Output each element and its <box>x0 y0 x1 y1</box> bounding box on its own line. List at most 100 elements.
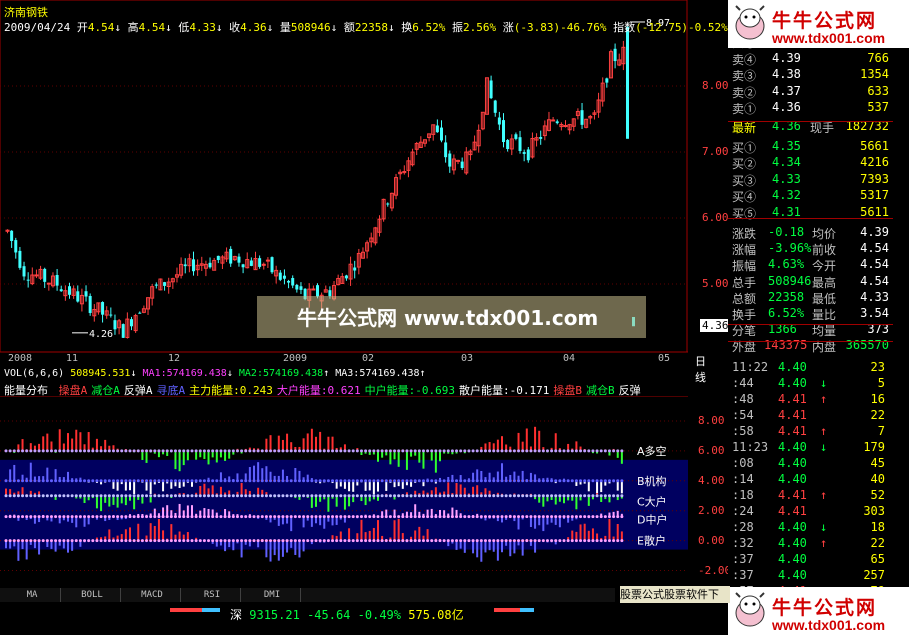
bid-label: 买③ <box>732 173 757 188</box>
date-tick: 2009 <box>283 353 308 364</box>
date-tick: 2008 <box>8 353 33 364</box>
energy-dot <box>223 515 227 519</box>
energy-dot <box>8 539 12 543</box>
energy-dot <box>12 494 16 498</box>
date-tick: 11 <box>66 353 79 364</box>
date-tick: 05 <box>658 353 671 364</box>
candle-body <box>249 260 253 266</box>
tab-boll[interactable]: BOLL <box>64 588 121 602</box>
energy-dot <box>211 494 215 498</box>
energy-dot <box>421 539 425 543</box>
energy-dot <box>281 449 285 453</box>
energy-dot <box>78 539 82 543</box>
energy-dot <box>459 539 463 543</box>
energy-dot <box>496 539 500 543</box>
stock-name: 济南钢铁 <box>4 6 48 19</box>
bid-price: 4.31 <box>772 204 801 219</box>
energy-dot <box>368 449 372 453</box>
energy-dot <box>136 449 140 453</box>
energy-dot <box>471 449 475 453</box>
bid-volume: 5611 <box>860 204 889 219</box>
energy-dot <box>58 515 62 519</box>
energy-dot <box>579 494 583 498</box>
energy-dot <box>579 539 583 543</box>
tab-macd[interactable]: MACD <box>124 588 181 602</box>
tick-price: 4.40 <box>778 376 807 391</box>
energy-dot <box>426 539 430 543</box>
tab-rsi[interactable]: RSI <box>184 588 241 602</box>
ma2-val: MA2:574169.438 <box>238 368 324 379</box>
candle-body <box>34 274 39 277</box>
energy-dot <box>186 479 190 483</box>
energy-dot <box>215 539 219 543</box>
energy-dot <box>140 494 144 498</box>
energy-dot <box>364 539 368 543</box>
energy-dot <box>426 515 430 519</box>
energy-dot <box>252 539 256 543</box>
bid-row: 买④ 4.32 5317 <box>728 188 893 205</box>
candle-body <box>291 278 295 286</box>
energy-dot <box>359 494 363 498</box>
energy-dot <box>273 479 277 483</box>
energy-dot <box>331 479 335 483</box>
energy-dot <box>161 449 165 453</box>
band-label: B机构 <box>637 474 667 488</box>
energy-dot <box>475 539 479 543</box>
energy-dot <box>384 479 388 483</box>
energy-dot <box>293 449 297 453</box>
energy-dot <box>190 539 194 543</box>
tab-ma[interactable]: MA <box>4 588 61 602</box>
energy-dot <box>339 494 343 498</box>
tab-dmi[interactable]: DMI <box>244 588 301 602</box>
energy-dot <box>603 539 607 543</box>
energy-dot <box>512 539 516 543</box>
energy-dot <box>281 494 285 498</box>
energy-dot <box>587 494 591 498</box>
energy-dot <box>562 449 566 453</box>
energy-dot <box>368 479 372 483</box>
energy-dot <box>351 479 355 483</box>
energy-dot <box>397 479 401 483</box>
price-axis: 8.00 7.00 6.00 5.00 4.36 <box>688 0 731 368</box>
energy-dot <box>310 479 314 483</box>
stat-label: 均价 <box>812 227 837 241</box>
energy-dot <box>140 479 144 483</box>
energy-dot <box>471 515 475 519</box>
energy-dot <box>4 479 8 483</box>
energy-dot <box>260 449 264 453</box>
energy-dot <box>446 515 450 519</box>
energy-dot <box>574 449 578 453</box>
energy-dot <box>277 494 281 498</box>
energy-dot <box>351 494 355 498</box>
energy-dot <box>376 479 380 483</box>
energy-dot <box>521 515 525 519</box>
chg-value: (-3.83)-46.76% <box>513 21 607 34</box>
energy-dot <box>219 515 223 519</box>
energy-dot <box>83 449 87 453</box>
energy-dot <box>16 494 20 498</box>
stat-label: 总手 <box>732 275 757 290</box>
tick-row: :58 4.41 ↑ 7 <box>728 424 893 441</box>
candle-body <box>386 203 390 205</box>
energy-indicator-chart[interactable]: A多空 B机构 C大户 D中户 E散户 <box>0 396 688 588</box>
energy-dot <box>541 494 545 498</box>
energy-dot <box>87 515 91 519</box>
energy-dot <box>372 494 376 498</box>
energy-dot <box>430 449 434 453</box>
energy-dot <box>450 515 454 519</box>
energy-dot <box>198 494 202 498</box>
bid-volume: 7393 <box>860 171 889 186</box>
brand-logo-top: 牛牛公式网 www.tdx001.com <box>728 0 909 48</box>
energy-dot <box>326 479 330 483</box>
energy-dot <box>426 479 430 483</box>
energy-dot <box>583 479 587 483</box>
energy-dot <box>591 539 595 543</box>
energy-dot <box>302 479 306 483</box>
promo-banner[interactable]: 股票公式股票软件下 <box>620 586 730 603</box>
energy-dot <box>450 494 454 498</box>
energy-dot <box>248 494 252 498</box>
energy-dot <box>149 479 153 483</box>
energy-dot <box>430 479 434 483</box>
tick-row: :44 4.40 ↓ 5 <box>728 376 893 393</box>
energy-dot <box>37 539 41 543</box>
